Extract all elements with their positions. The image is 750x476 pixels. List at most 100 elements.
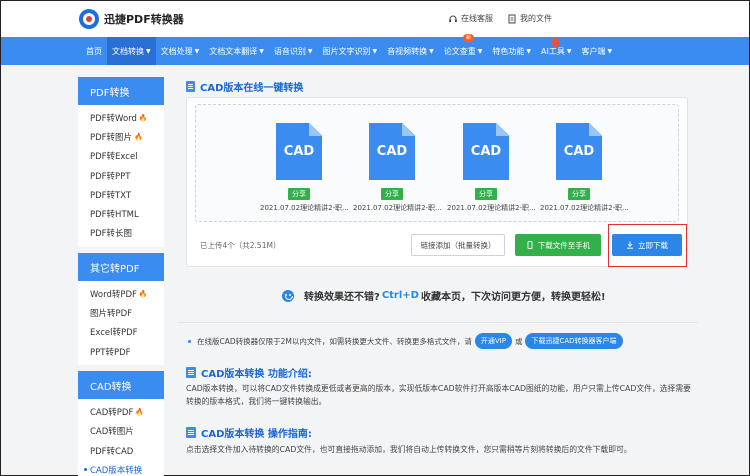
chevron-down-icon: ▼: [372, 47, 378, 55]
download-client-button[interactable]: 下载迅捷CAD转换器客户端: [525, 333, 623, 349]
upload-panel: CAD 分享 2021.07.02理论精讲2-职... CAD 分享 2021.07.02…: [186, 97, 688, 267]
intro-title: CAD版本转换 功能介绍:: [186, 365, 312, 380]
sidebar-item[interactable]: CAD转PDF 🔥: [78, 402, 164, 421]
chevron-down-icon: ▼: [607, 47, 613, 55]
main-content: CAD版本在线一键转换 CAD 分享 2021.07.02理论精讲2-职... CAD…: [178, 77, 698, 476]
sidebar-item[interactable]: PDF转长图: [78, 224, 164, 243]
sidebar-item-label: CAD版本转换: [90, 465, 143, 476]
header-links: 在线客服 我的文件: [448, 13, 552, 24]
file-type-label: CAD: [470, 144, 502, 159]
nav-item-label: 音视频转换: [387, 46, 428, 56]
file-card[interactable]: CAD 分享 2021.07.02理论精讲2-职...: [447, 123, 536, 213]
logo[interactable]: 迅捷PDF转换器: [79, 9, 184, 29]
fire-icon: 🔥: [135, 407, 145, 416]
upload-info: 已上传4个（共2.51M）: [200, 241, 281, 250]
document-icon: [186, 81, 195, 92]
nav-item-4[interactable]: 语音识别 ▼: [269, 37, 318, 65]
file-card[interactable]: CAD 分享 2021.07.02理论精讲2-职...: [260, 123, 349, 213]
document-icon: [186, 367, 196, 378]
file-name: 2021.07.02理论精讲2-职...: [260, 204, 349, 212]
sidebar-item-label: PDF转CAD: [90, 446, 134, 457]
sidebar-item[interactable]: Excel转PDF: [78, 323, 164, 342]
notice-text: 在线版CAD转换器仅限于2M以内文件，如需转换更大文件、转换更多格式文件，请: [197, 336, 472, 346]
sidebar-item-label: Word转PDF: [90, 289, 137, 300]
fire-icon: 🔥: [134, 132, 143, 141]
fire-icon: 🔥: [138, 289, 148, 298]
open-vip-button[interactable]: 开通VIP: [474, 333, 512, 349]
sidebar-group-title: CAD转换: [78, 371, 164, 400]
notice-or: 或: [514, 336, 523, 346]
nav-item-2[interactable]: 文档处理 ▼: [156, 37, 205, 65]
nav-item-label: 客户端: [581, 46, 606, 56]
nav-item-label: 图片文字识别: [322, 46, 371, 56]
file-type-label: CAD: [563, 144, 595, 159]
highlight-box: [608, 224, 687, 267]
chevron-down-icon: ▼: [307, 47, 313, 55]
sidebar-item-label: Excel转PDF: [90, 328, 138, 339]
chevron-down-icon: ▼: [526, 47, 531, 55]
sidebar: PDF转换 PDF转Word 🔥 PDF转图片 🔥 PDF转Excel PDF转PPT PDF…: [78, 77, 164, 476]
nav-item-3[interactable]: 文档文本翻译 ▼: [204, 37, 269, 65]
nav-item-9[interactable]: AI工具 ▼: [536, 37, 576, 65]
nav-item-label: AI工具: [541, 46, 565, 56]
sidebar-item-label: PDF转图片: [90, 132, 133, 143]
phone-icon: [527, 241, 533, 249]
cad-file-icon: CAD: [369, 123, 415, 180]
file-name: 2021.07.02理论精讲2-职...: [447, 204, 536, 212]
sidebar-item-label: PDF转长图: [90, 229, 133, 240]
add-link-button[interactable]: 链接添加（批量转换）: [411, 234, 505, 256]
top-header: 迅捷PDF转换器 在线客服 我的文件: [1, 1, 749, 37]
nav-item-5[interactable]: 图片文字识别 ▼: [318, 37, 383, 65]
sidebar-item[interactable]: 图片转PDF: [78, 303, 164, 322]
sidebar-item-label: PDF转TXT: [90, 190, 132, 201]
sidebar-item[interactable]: PDF转PPT: [78, 166, 164, 185]
file-name: 2021.07.02理论精讲2-职...: [353, 204, 442, 212]
file-card[interactable]: CAD 分享 2021.07.02理论精讲2-职...: [540, 123, 629, 213]
nav-item-1[interactable]: 文档转换 ▼: [107, 37, 156, 65]
nav-item-0[interactable]: 首页: [81, 37, 107, 65]
nav-item-8[interactable]: 特色功能 ▼: [487, 37, 536, 65]
sidebar-group-list: Word转PDF 🔥 图片转PDF Excel转PDF PPT转PDF: [78, 281, 164, 366]
share-button[interactable]: 分享: [568, 188, 590, 200]
sidebar-item-label: CAD转图片: [90, 427, 134, 438]
file-drop-zone[interactable]: CAD 分享 2021.07.02理论精讲2-职... CAD 分享 2021.07.02…: [195, 104, 679, 222]
download-to-phone-button[interactable]: 下载文件至手机: [515, 234, 601, 256]
guide-icon: [186, 427, 196, 438]
sidebar-item-label: 图片转PDF: [90, 309, 133, 320]
smile-icon: [282, 289, 294, 302]
nav-item-label: 首页: [86, 46, 102, 56]
sidebar-item[interactable]: CAD版本转换: [78, 460, 164, 476]
share-button[interactable]: 分享: [381, 188, 403, 200]
sidebar-item[interactable]: PDF转Excel: [78, 147, 164, 166]
chevron-down-icon: ▼: [146, 47, 151, 55]
sidebar-item[interactable]: PDF转图片 🔥: [78, 127, 164, 146]
nav-item-label: 文档转换: [112, 46, 144, 56]
fire-icon: 🔥: [138, 113, 148, 122]
sidebar-item[interactable]: PDF转TXT: [78, 185, 164, 204]
bullet-icon: [188, 339, 191, 343]
nav-item-10[interactable]: 客户端 ▼: [576, 37, 617, 65]
promo-shortcut: Ctrl+D: [381, 290, 419, 301]
my-files-link[interactable]: 我的文件: [507, 13, 552, 24]
sidebar-item[interactable]: PDF转HTML: [78, 204, 164, 223]
share-button[interactable]: 分享: [475, 188, 497, 200]
online-service-label: 在线客服: [461, 14, 493, 23]
sidebar-item[interactable]: CAD转图片: [78, 422, 164, 441]
flame-badge-icon: [552, 38, 560, 47]
nav-items: 首页 文档转换 ▼ 文档处理 ▼ 文档文本翻译 ▼ 语音识别 ▼ 图片文字识别 ▼ 音视频转换 ▼ 论文查…: [81, 34, 617, 65]
file-card[interactable]: CAD 分享 2021.07.02理论精讲2-职...: [353, 123, 442, 213]
intro-text: CAD版本转换，可以将CAD文件转换成更低或者更高的版本，实现低版本CAD软件打…: [186, 384, 691, 406]
sidebar-group-list: CAD转PDF 🔥 CAD转图片 PDF转CAD CAD版本转换: [78, 399, 164, 476]
sidebar-item[interactable]: PDF转CAD: [78, 441, 164, 460]
current-dot-icon: [84, 468, 87, 472]
sidebar-item[interactable]: PPT转PDF: [78, 342, 164, 361]
cad-file-icon: CAD: [556, 123, 602, 180]
sidebar-item[interactable]: Word转PDF 🔥: [78, 284, 164, 303]
sidebar-item-label: PDF转Excel: [90, 152, 138, 163]
nav-item-7[interactable]: 论文查重 ▼ 新: [439, 34, 488, 65]
nav-item-label: 特色功能: [492, 46, 525, 56]
online-service-link[interactable]: 在线客服: [448, 13, 493, 24]
nav-item-6[interactable]: 音视频转换 ▼: [382, 37, 439, 65]
share-button[interactable]: 分享: [288, 188, 310, 200]
sidebar-item[interactable]: PDF转Word 🔥: [78, 108, 164, 127]
